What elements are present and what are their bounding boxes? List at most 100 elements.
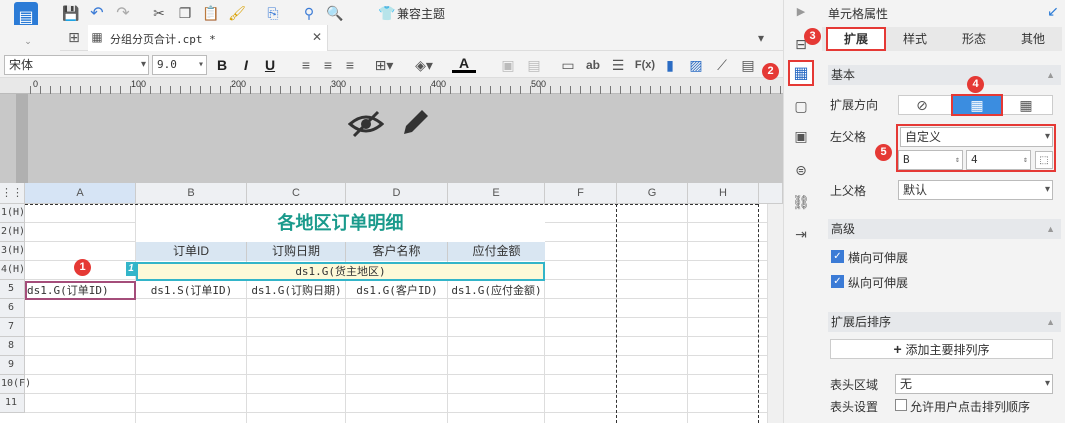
search-icon[interactable]: 🔍 [326,4,344,22]
italic-button[interactable]: I [238,57,254,73]
header-cell[interactable]: 订单ID [136,242,247,261]
save-icon[interactable]: 💾 [62,4,80,22]
filter-icon[interactable]: ⊜ [791,160,811,180]
row-header[interactable]: 5 [0,280,25,299]
header-cell[interactable]: 应付金额 [448,242,545,261]
top-parent-select[interactable]: 默认 ▾ [898,180,1053,200]
align-center-icon[interactable]: ≡ [320,57,336,73]
close-icon[interactable]: ✕ [310,30,324,44]
data-cell[interactable]: ds1.G(订购日期) [247,281,346,300]
column-header[interactable] [759,183,783,204]
row-header[interactable]: 2(H) [0,223,25,242]
row-header[interactable]: 1(H) [0,204,25,223]
copy-icon[interactable]: ❐ [176,4,194,22]
cell-style-icon[interactable]: ▢ [791,96,811,116]
menu-icon[interactable]: ▾ [754,31,768,45]
vertical-scrollbar[interactable] [767,204,783,423]
chevron-down-icon[interactable]: ⌄ [20,36,36,46]
horizontal-extend-checkbox[interactable]: ✓ [831,250,844,263]
format-painter-icon[interactable]: 🖌 [228,4,246,22]
data-cell[interactable]: ds1.G(应付金额) [448,281,545,300]
vertical-expand-icon[interactable]: ▦ [951,94,1003,116]
cell-attr-icon[interactable]: ▦ [788,60,814,86]
subreport-icon[interactable]: ▤ [740,57,756,73]
row-header[interactable]: 7 [0,318,25,337]
file-tab[interactable]: ▦ 分组分页合计.cpt * ✕ [88,25,328,51]
slash-icon[interactable]: ⟋ [714,57,730,73]
header-area-select[interactable]: 无 ▾ [895,374,1053,394]
section-basic[interactable]: 基本 ▲ [828,65,1061,85]
group-cell[interactable]: ds1.G(货主地区) [136,262,545,281]
left-parent-row-input[interactable]: 4 ⇕ [966,150,1031,170]
row-header[interactable]: 10(F) [0,375,31,394]
data-cell[interactable]: ds1.G(客户ID) [346,281,448,300]
collapse-icon[interactable]: ▶ [792,3,810,19]
formula-button[interactable]: F(x) [634,57,656,73]
debug-icon[interactable]: ⚲ [300,4,318,22]
bold-button[interactable]: B [214,57,230,73]
hide-icon[interactable] [348,108,384,140]
allow-sort-checkbox[interactable] [895,399,907,411]
row-header[interactable]: 4(H) [0,261,25,280]
split-icon[interactable]: ▤ [526,57,542,73]
header-cell[interactable]: 客户名称 [346,242,448,261]
header-cell[interactable]: 订购日期 [247,242,346,261]
insert-cell-icon[interactable]: ▭ [560,57,576,73]
data-cell[interactable]: ds1.S(订单ID) [136,281,247,300]
align-right-icon[interactable]: ≡ [342,57,358,73]
selected-cell-A5[interactable]: ds1.G(订单ID) [25,281,136,300]
column-header[interactable]: C [247,183,346,204]
tab-other[interactable]: 其他 [1004,27,1062,51]
column-header[interactable]: D [346,183,448,204]
image-icon[interactable]: ▨ [688,57,704,73]
column-header[interactable]: H [688,183,759,204]
column-header[interactable]: G [617,183,688,204]
tab-style[interactable]: 样式 [886,27,944,51]
row-header[interactable]: 11 [0,394,25,413]
condition-icon[interactable]: ▣ [791,126,811,146]
section-advanced[interactable]: 高级 ▲ [828,219,1061,239]
undo-icon[interactable]: ↶ [88,4,106,22]
chart-icon[interactable]: ▮ [662,57,678,73]
preview-icon[interactable]: ⎘ [264,4,282,22]
font-select[interactable]: 宋体 ▾ [4,55,149,75]
tab-form[interactable]: 形态 [944,27,1004,51]
column-header[interactable]: F [545,183,617,204]
pin-icon[interactable]: ↙ [1046,3,1060,19]
cut-icon[interactable]: ✂ [150,4,168,22]
section-sort[interactable]: 扩展后排序 ▲ [828,312,1061,332]
link-icon[interactable]: ⛓ [791,192,811,212]
add-sort-button[interactable]: + 添加主要排列序 [830,339,1053,359]
row-header[interactable]: 3(H) [0,242,25,261]
redo-icon[interactable]: ↷ [114,4,132,22]
paste-icon[interactable]: 📋 [202,4,220,22]
column-header[interactable]: A [25,183,136,204]
edit-icon[interactable] [398,106,432,140]
tab-expand[interactable]: 扩展 [826,27,886,51]
report-title[interactable]: 各地区订单明细 [136,205,545,242]
row-header[interactable]: 6 [0,299,25,318]
merge-icon[interactable]: ▣ [500,57,516,73]
select-all-corner[interactable]: ⋮⋮ [0,183,25,204]
row-header[interactable]: 8 [0,337,25,356]
horizontal-expand-icon[interactable]: ▦ [1017,97,1035,113]
align-left-icon[interactable]: ≡ [298,57,314,73]
row-header[interactable]: 9 [0,356,25,375]
compat-theme-label[interactable]: 兼容主题 [397,5,445,22]
border-icon[interactable]: ⊞▾ [374,57,394,73]
vertical-extend-checkbox[interactable]: ✓ [831,275,844,288]
column-header[interactable]: B [136,183,247,204]
no-expand-icon[interactable]: ⊘ [913,97,931,113]
richtext-icon[interactable]: ☰ [610,57,626,73]
fill-color-icon[interactable]: ◈▾ [412,57,436,73]
cell-picker-icon[interactable]: ⬚ [1035,151,1053,169]
underline-button[interactable]: U [262,57,278,73]
theme-icon[interactable]: 👕 [378,4,396,22]
grid-icon[interactable]: ⊞ [66,29,82,45]
left-parent-select[interactable]: 自定义 ▾ [900,127,1053,147]
import-icon[interactable]: ⇥ [791,224,811,244]
font-color-icon[interactable]: A [452,55,476,73]
left-parent-col-input[interactable]: B ⇕ [898,150,963,170]
font-size-select[interactable]: 9.0 ▾ [152,55,207,75]
text-button[interactable]: ab [584,57,602,73]
